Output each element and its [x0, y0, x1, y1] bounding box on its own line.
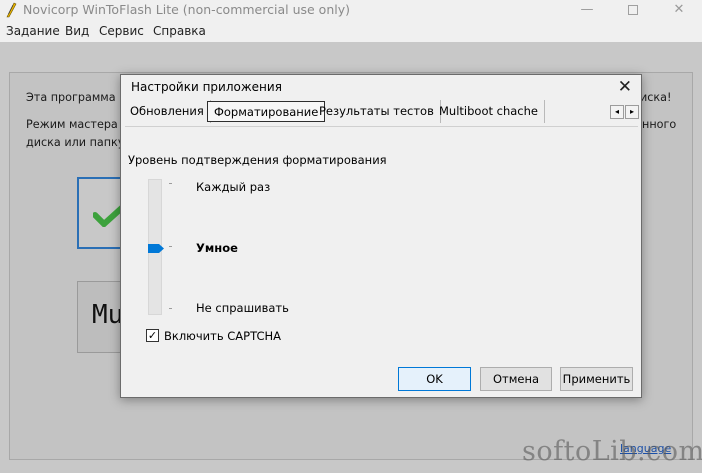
- level-smart: Умное: [196, 241, 238, 255]
- slider-tick: [169, 246, 172, 247]
- level-never-ask: Не спрашивать: [196, 301, 289, 315]
- menu-service[interactable]: Сервис: [99, 24, 144, 38]
- slider-tick: [169, 308, 172, 309]
- app-logo-icon: [5, 2, 17, 18]
- title-bar: Novicorp WinToFlash Lite (non-commercial…: [0, 0, 702, 21]
- menu-bar: Задание Вид Сервис Справка: [0, 21, 702, 42]
- window-close-button[interactable]: ✕: [656, 0, 702, 21]
- tab-multiboot-cache[interactable]: Multiboot chache: [433, 100, 545, 123]
- watermark-text: softoLib.com: [522, 436, 702, 467]
- cancel-button[interactable]: Отмена: [480, 367, 552, 391]
- chevron-right-icon[interactable]: ▸: [625, 105, 639, 119]
- chevron-left-icon[interactable]: ◂: [610, 105, 624, 119]
- menu-task[interactable]: Задание: [6, 24, 60, 38]
- intro-text-line2-end: нного: [642, 118, 677, 131]
- settings-dialog: Настройки приложения ✕ Обновления Формат…: [120, 74, 642, 398]
- maximize-button[interactable]: [610, 0, 656, 21]
- menu-help[interactable]: Справка: [153, 24, 206, 38]
- maximize-icon: [628, 5, 638, 15]
- tab-strip: Обновления Форматирование Результаты тес…: [124, 100, 639, 124]
- slider-tick: [169, 183, 172, 184]
- app-title: Novicorp WinToFlash Lite (non-commercial…: [23, 2, 350, 17]
- slider-thumb-icon[interactable]: [148, 242, 164, 253]
- captcha-checkbox[interactable]: ✓: [146, 329, 159, 342]
- ok-button[interactable]: OK: [398, 367, 471, 391]
- dialog-title: Настройки приложения: [131, 80, 282, 94]
- close-icon[interactable]: ✕: [618, 77, 632, 97]
- minimize-button[interactable]: —: [564, 0, 610, 21]
- confirmation-level-label: Уровень подтверждения форматирования: [128, 153, 387, 167]
- level-every-time: Каждый раз: [196, 180, 271, 194]
- menu-view[interactable]: Вид: [65, 24, 89, 38]
- apply-button[interactable]: Применить: [560, 367, 633, 391]
- formatting-tab-panel: Уровень подтверждения форматирования Каж…: [125, 126, 638, 394]
- captcha-checkbox-label[interactable]: Включить CAPTCHA: [164, 329, 281, 343]
- intro-text-line1-end: иска!: [640, 91, 672, 104]
- tab-updates[interactable]: Обновления: [124, 100, 211, 123]
- tab-formatting[interactable]: Форматирование: [207, 101, 326, 122]
- tab-test-results[interactable]: Результаты тестов: [313, 100, 441, 123]
